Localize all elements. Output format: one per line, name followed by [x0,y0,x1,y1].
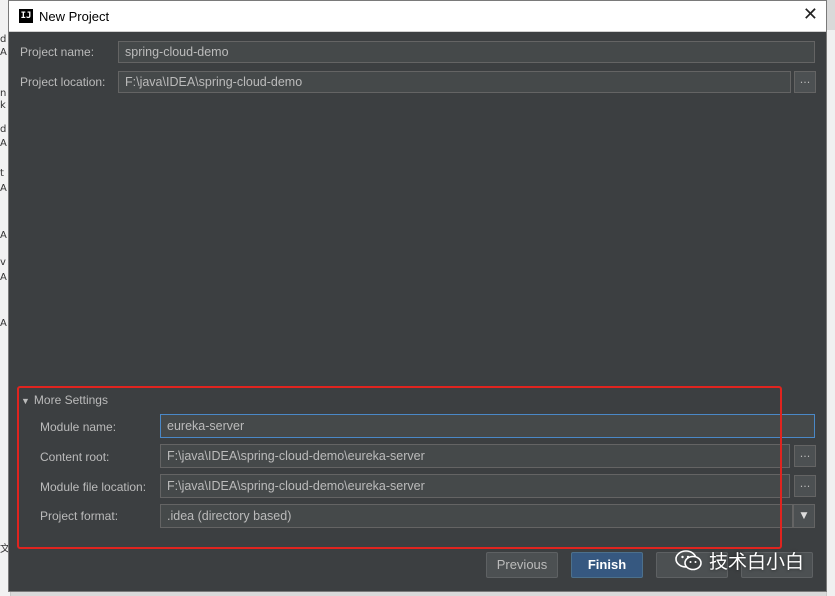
project-format-label: Project format: [40,509,119,523]
browse-project-location-button[interactable]: ... [794,71,816,93]
bg-letter: A [0,230,7,241]
bg-letter: A [0,138,7,149]
bg-letter: t [0,168,4,179]
watermark-text: 技术白小白 [709,550,805,573]
content-root-input[interactable]: F:\java\IDEA\spring-cloud-demo\eureka-se… [160,444,790,468]
bg-letter: A [0,183,7,194]
title-bar: IJ New Project ✕ [9,1,826,32]
more-settings-label: More Settings [33,393,108,407]
finish-button[interactable]: Finish [571,552,643,578]
module-file-location-input[interactable]: F:\java\IDEA\spring-cloud-demo\eureka-se… [160,474,790,498]
new-project-dialog: IJ New Project ✕ Project name: spring-cl… [8,0,827,592]
module-file-location-label: Module file location: [40,480,147,494]
browse-module-file-button[interactable]: ... [794,475,816,497]
bg-letter: d [0,124,7,135]
wechat-icon [675,550,703,571]
previous-button[interactable]: Previous [486,552,558,578]
bg-letter: k [0,100,6,111]
bg-letter: A [0,272,7,283]
project-name-label: Project name: [20,45,95,59]
intellij-app-icon: IJ [19,9,33,23]
watermark: 技术白小白 [675,545,804,575]
triangle-down-icon: ▼ [21,396,30,406]
project-format-select[interactable]: .idea (directory based) [160,504,793,528]
more-settings-toggle[interactable]: ▼ More Settings [21,393,108,407]
close-icon[interactable]: ✕ [803,5,818,25]
content-root-label: Content root: [40,450,110,464]
background-window-right [826,30,835,596]
project-location-input[interactable]: F:\java\IDEA\spring-cloud-demo [118,71,791,93]
browse-content-root-button[interactable]: ... [794,445,816,467]
module-name-label: Module name: [40,420,117,434]
bg-letter: A [0,47,7,58]
bg-letter: A [0,318,7,329]
bg-letter: n [0,88,7,99]
project-location-label: Project location: [20,75,106,89]
bg-letter: v [0,257,6,268]
module-name-input[interactable]: eureka-server [160,414,815,438]
bg-letter: d [0,34,7,45]
window-title: New Project [39,9,110,24]
chevron-down-icon[interactable]: ▼ [793,504,815,528]
project-name-input[interactable]: spring-cloud-demo [118,41,815,63]
